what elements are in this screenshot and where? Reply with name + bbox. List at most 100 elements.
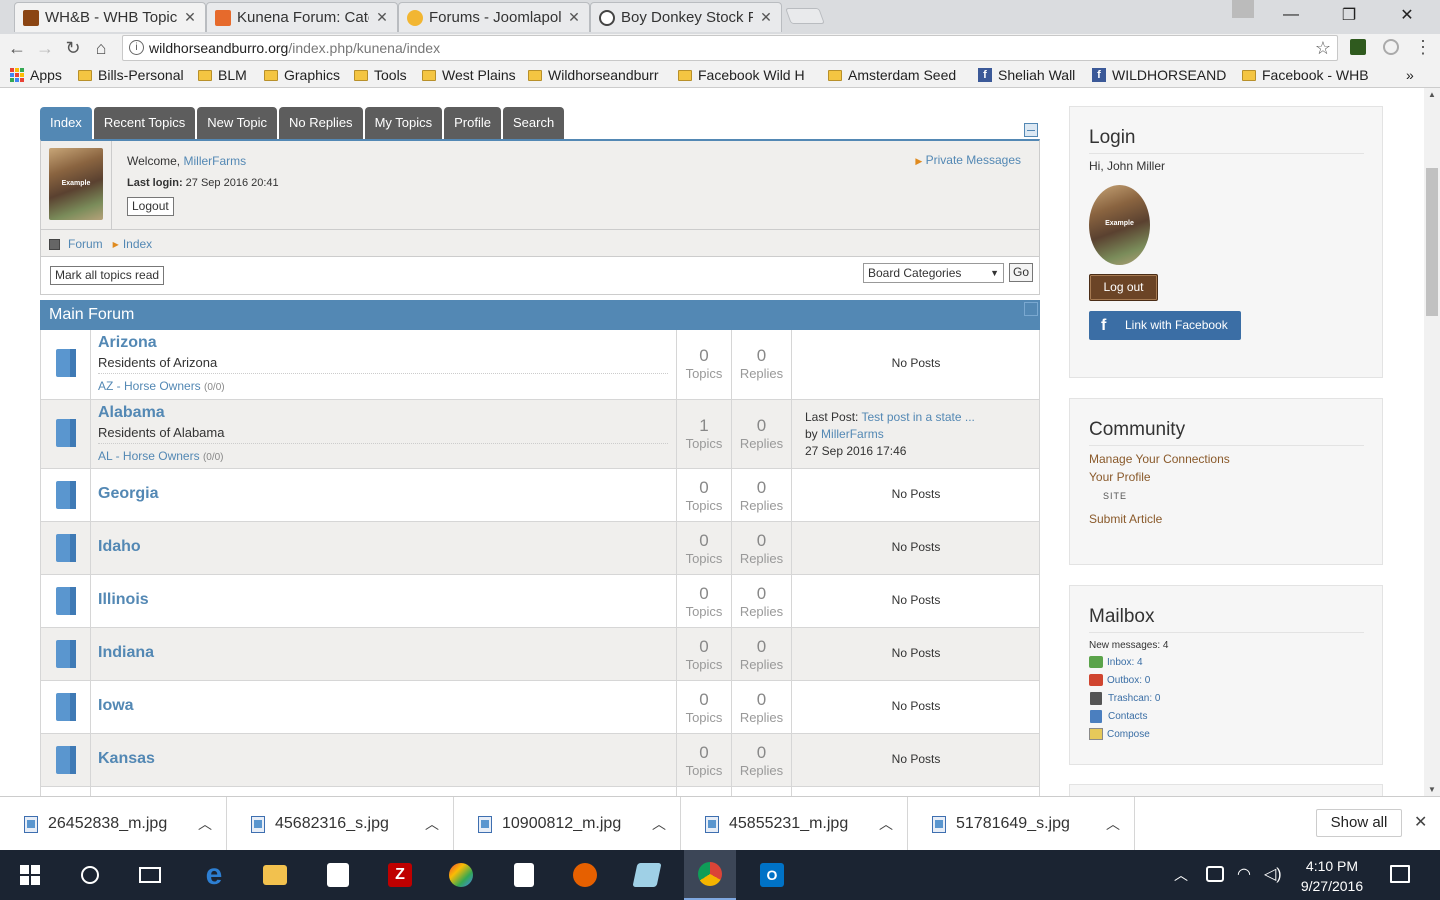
chevron-up-icon[interactable]: ︿ <box>1174 865 1188 885</box>
avatar[interactable] <box>1089 185 1150 265</box>
address-bar[interactable]: i wildhorseandburro.org/index.php/kunena… <box>122 35 1338 61</box>
outbox-link[interactable]: Outbox: 0 <box>1089 674 1150 686</box>
menu-tab-recent-topics[interactable]: Recent Topics <box>93 107 196 139</box>
category-name-link[interactable]: Idaho <box>98 538 141 556</box>
chrome-icon[interactable] <box>684 850 736 900</box>
last-post-title-link[interactable]: Test post in a state ... <box>862 410 975 424</box>
scroll-up-icon[interactable]: ▲ <box>1428 90 1436 99</box>
category-name-link[interactable]: Georgia <box>98 485 158 503</box>
scrollbar-thumb[interactable] <box>1426 168 1438 316</box>
bookmark-folder[interactable]: BLM <box>198 65 254 85</box>
log-out-button[interactable]: Log out <box>1089 274 1158 301</box>
wifi-icon[interactable]: ◠ <box>1237 864 1251 884</box>
inbox-link[interactable]: Inbox: 4 <box>1089 656 1143 668</box>
browser-tab-0[interactable]: WH&B - WHB Topic ✕ <box>14 2 206 32</box>
bookmark-facebook[interactable]: f WILDHORSEAND <box>1092 65 1228 85</box>
category-name-link[interactable]: Alabama <box>98 404 165 422</box>
maximize-icon[interactable]: ❐ <box>1326 0 1372 30</box>
clock[interactable]: 4:10 PM 9/27/2016 <box>1294 856 1370 896</box>
back-icon[interactable]: ← <box>6 37 28 59</box>
menu-tab-no-replies[interactable]: No Replies <box>278 107 363 139</box>
category-name-link[interactable]: Indiana <box>98 644 154 662</box>
private-messages-link[interactable]: ▶ Private Messages <box>915 153 1021 167</box>
subcategory-link[interactable]: AZ - Horse Owners (0/0) <box>98 379 225 393</box>
firefox-icon[interactable] <box>561 850 609 900</box>
browser-tab-3[interactable]: Boy Donkey Stock P ✕ <box>590 2 782 32</box>
task-view-icon[interactable] <box>126 850 174 900</box>
close-tab-icon[interactable]: ✕ <box>567 9 581 26</box>
forward-icon[interactable]: → <box>34 37 56 59</box>
store-icon[interactable] <box>314 850 362 900</box>
category-name-link[interactable]: Arizona <box>98 334 157 352</box>
minimize-icon[interactable]: — <box>1268 0 1314 30</box>
chrome-menu-icon[interactable]: ⋮ <box>1414 37 1432 58</box>
category-name-link[interactable]: Iowa <box>98 697 134 715</box>
close-window-icon[interactable]: ✕ <box>1384 0 1430 30</box>
bookmark-apps[interactable]: Apps <box>10 65 72 85</box>
outlook-icon[interactable]: O <box>748 850 796 900</box>
show-all-button[interactable]: Show all <box>1316 809 1402 837</box>
submit-article-link[interactable]: Submit Article <box>1089 512 1162 526</box>
action-center-icon[interactable] <box>1390 865 1410 883</box>
windows-start-icon[interactable] <box>6 850 54 900</box>
profile-icon[interactable] <box>1232 0 1254 18</box>
bookmark-folder[interactable]: Bills-Personal <box>78 65 190 85</box>
download-item[interactable]: 51781649_s.jpg ︿ <box>908 797 1135 851</box>
bookmark-folder[interactable]: Amsterdam Seed <box>828 65 968 85</box>
browser-tab-2[interactable]: Forums - Joomlapol ✕ <box>398 2 590 32</box>
bookmark-facebook[interactable]: f Sheliah Wall <box>978 65 1084 85</box>
volume-icon[interactable]: ◁) <box>1264 864 1282 884</box>
home-icon[interactable]: ⌂ <box>90 37 112 59</box>
bookmark-star-icon[interactable]: ☆ <box>1315 36 1331 60</box>
logout-button[interactable]: Logout <box>127 197 174 216</box>
edge-icon[interactable]: e <box>190 850 238 900</box>
mark-all-read-button[interactable]: Mark all topics read <box>50 266 165 285</box>
close-tab-icon[interactable]: ✕ <box>375 9 389 26</box>
collapse-icon[interactable] <box>1024 123 1038 137</box>
download-item[interactable]: 45682316_s.jpg ︿ <box>227 797 454 851</box>
download-item[interactable]: 26452838_m.jpg ︿ <box>0 797 227 851</box>
breadcrumb-index[interactable]: Index <box>123 237 152 251</box>
menu-tab-new-topic[interactable]: New Topic <box>197 107 277 139</box>
link-with-facebook-button[interactable]: f Link with Facebook <box>1089 311 1241 340</box>
subcategory-link[interactable]: AL - Horse Owners (0/0) <box>98 449 224 463</box>
go-button[interactable]: Go <box>1009 263 1033 282</box>
info-icon[interactable]: i <box>129 40 144 55</box>
manage-connections-link[interactable]: Manage Your Connections <box>1089 452 1230 466</box>
browser-tab-1[interactable]: Kunena Forum: Cate ✕ <box>206 2 398 32</box>
bookmark-folder[interactable]: Tools <box>354 65 414 85</box>
category-name-link[interactable]: Kansas <box>98 750 155 768</box>
category-name-link[interactable]: Illinois <box>98 591 149 609</box>
menu-tab-my-topics[interactable]: My Topics <box>364 107 443 139</box>
more-bookmarks-button[interactable]: » <box>1406 65 1426 85</box>
last-post-author-link[interactable]: MillerFarms <box>821 427 884 441</box>
menu-tab-index[interactable]: Index <box>40 107 92 139</box>
board-categories-select[interactable]: Board Categories ▼ <box>863 263 1004 283</box>
chevron-up-icon[interactable]: ︿ <box>198 814 212 834</box>
file-explorer-icon[interactable] <box>251 850 299 900</box>
close-downloads-icon[interactable]: ✕ <box>1414 812 1427 832</box>
your-profile-link[interactable]: Your Profile <box>1089 470 1151 484</box>
extension-2-icon[interactable] <box>1383 39 1399 55</box>
avatar[interactable] <box>49 148 103 220</box>
page-scrollbar[interactable]: ▲ ▼ <box>1424 88 1440 796</box>
bookmark-folder[interactable]: Facebook Wild H <box>678 65 818 85</box>
bookmark-folder[interactable]: West Plains <box>422 65 520 85</box>
menu-tab-search[interactable]: Search <box>502 107 565 139</box>
scroll-down-icon[interactable]: ▼ <box>1428 785 1436 794</box>
download-item[interactable]: 10900812_m.jpg ︿ <box>454 797 681 851</box>
download-item[interactable]: 45855231_m.jpg ︿ <box>681 797 908 851</box>
cortana-icon[interactable] <box>66 850 114 900</box>
bookmark-folder[interactable]: Graphics <box>264 65 346 85</box>
reload-icon[interactable]: ↻ <box>62 37 84 59</box>
contacts-link[interactable]: Contacts <box>1089 710 1147 723</box>
close-tab-icon[interactable]: ✕ <box>759 9 773 26</box>
calculator-icon[interactable] <box>500 850 548 900</box>
breadcrumb-forum[interactable]: Forum <box>68 237 103 251</box>
bookmark-folder[interactable]: Wildhorseandburr <box>528 65 668 85</box>
compose-link[interactable]: Compose <box>1089 728 1150 740</box>
new-tab-button[interactable] <box>785 8 825 24</box>
filezilla-icon[interactable]: Z <box>376 850 424 900</box>
trashcan-link[interactable]: Trashcan: 0 <box>1089 692 1160 705</box>
bookmark-folder[interactable]: Facebook - WHB <box>1242 65 1376 85</box>
